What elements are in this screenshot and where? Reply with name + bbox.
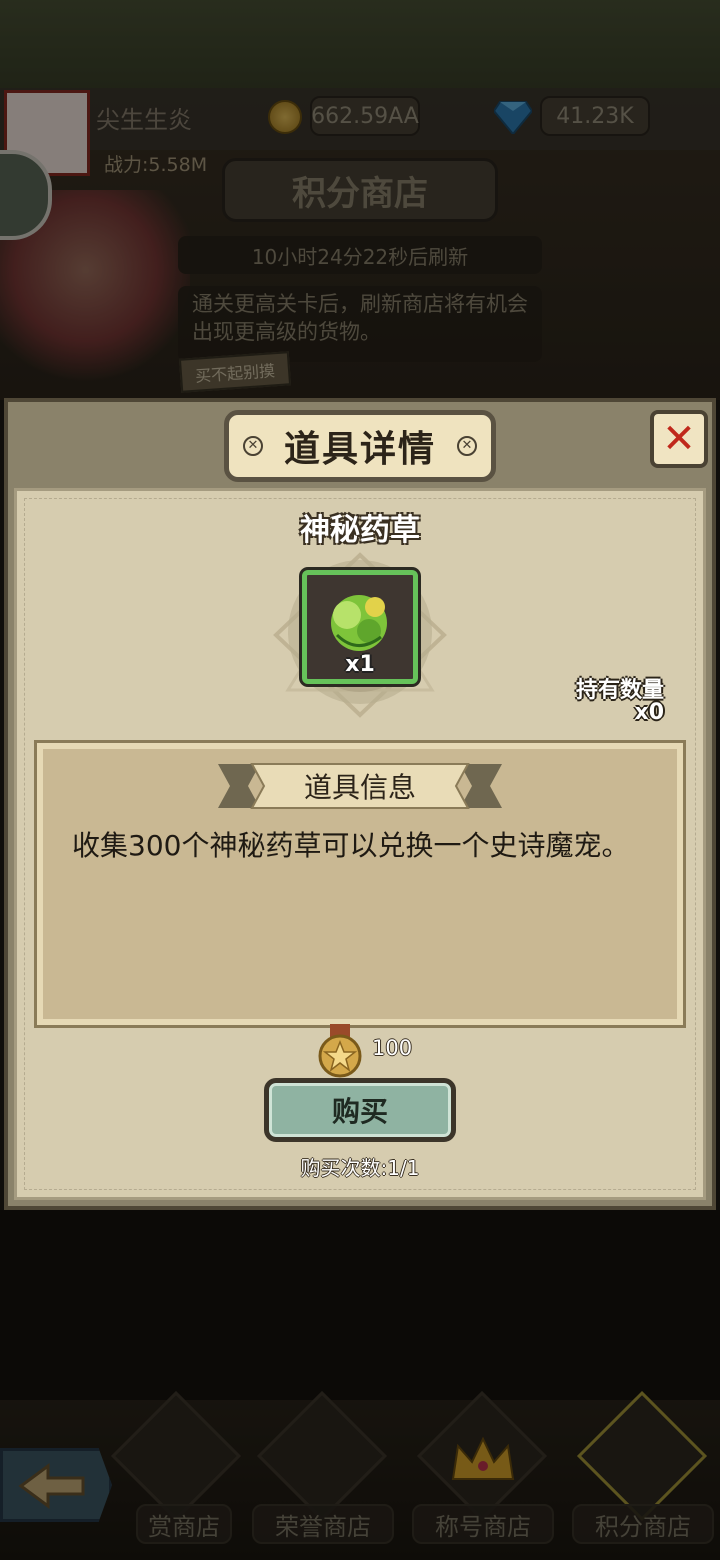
bolt-icon: ✕	[243, 436, 263, 456]
close-button[interactable]: ✕	[650, 410, 708, 468]
buy-button[interactable]: 购买	[264, 1078, 456, 1142]
close-icon: ✕	[662, 416, 696, 462]
item-description: 收集300个神秘药草可以兑换一个史诗魔宠。	[72, 829, 630, 862]
info-header-label: 道具信息	[303, 771, 416, 804]
owned-count: x0	[634, 700, 665, 725]
dialog-title-plate: ✕ 道具详情 ✕	[224, 410, 496, 482]
purchase-count: 购买次数:1/1	[300, 1156, 420, 1180]
points-medal-icon	[318, 1024, 362, 1078]
item-name: 神秘药草	[300, 513, 420, 548]
buy-button-label: 购买	[331, 1095, 388, 1128]
item-quantity: x1	[345, 652, 375, 677]
bolt-icon: ✕	[457, 436, 477, 456]
price-value: 100	[372, 1036, 413, 1060]
dialog-title: 道具详情	[283, 429, 436, 470]
